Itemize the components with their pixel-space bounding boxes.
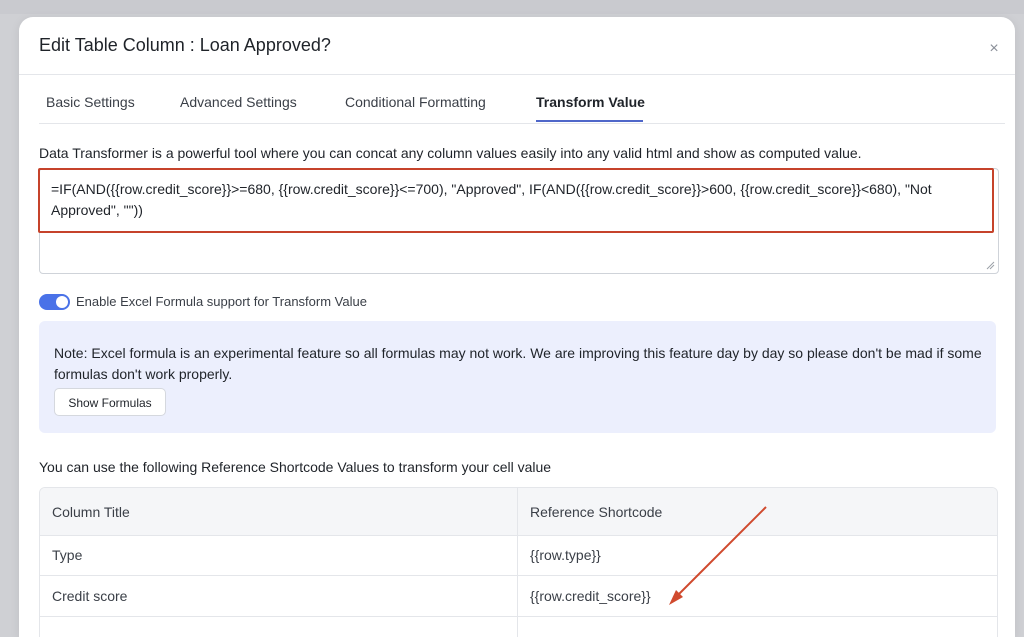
show-formulas-button[interactable]: Show Formulas — [54, 388, 166, 416]
modal-title: Edit Table Column : Loan Approved? — [39, 35, 331, 55]
row-shortcode[interactable]: {{row.credit_score}} — [530, 588, 651, 604]
close-icon[interactable]: × — [987, 41, 1001, 57]
toggle-knob — [56, 296, 68, 308]
reference-table-header: Column Title Reference Shortcode — [40, 488, 997, 536]
column-divider — [517, 488, 518, 637]
modal-header: Edit Table Column : Loan Approved? × — [19, 17, 1015, 75]
table-row: Credit score {{row.credit_score}} — [40, 576, 997, 617]
row-title: Type — [52, 547, 83, 563]
reference-shortcode-header: Reference Shortcode — [530, 504, 663, 520]
tab-basic-settings[interactable]: Basic Settings — [46, 94, 135, 110]
row-title: Credit score — [52, 588, 128, 604]
red-arrow-icon — [669, 506, 767, 605]
transformer-description: Data Transformer is a powerful tool wher… — [39, 145, 862, 161]
settings-tabs: Basic Settings Advanced Settings Conditi… — [39, 74, 1005, 124]
tab-advanced-settings[interactable]: Advanced Settings — [180, 94, 297, 110]
tab-conditional-formatting[interactable]: Conditional Formatting — [345, 94, 486, 110]
reference-table: Column Title Reference Shortcode Type {{… — [39, 487, 998, 637]
table-row: Type {{row.type}} — [40, 535, 997, 576]
resize-grip-icon[interactable] — [985, 260, 995, 270]
formula-value[interactable]: =IF(AND({{row.credit_score}}>=680, {{row… — [51, 179, 986, 221]
excel-formula-label: Enable Excel Formula support for Transfo… — [76, 294, 367, 309]
row-shortcode[interactable]: {{row.type}} — [530, 547, 601, 563]
page-backdrop — [0, 0, 1024, 14]
edit-column-modal: Edit Table Column : Loan Approved? × Bas… — [19, 17, 1015, 637]
reference-heading: You can use the following Reference Shor… — [39, 459, 552, 475]
note-text: Note: Excel formula is an experimental f… — [54, 345, 982, 382]
column-title-header: Column Title — [52, 504, 130, 520]
active-tab-indicator — [536, 120, 643, 122]
excel-formula-toggle[interactable] — [39, 294, 70, 310]
tab-transform-value[interactable]: Transform Value — [536, 94, 645, 110]
